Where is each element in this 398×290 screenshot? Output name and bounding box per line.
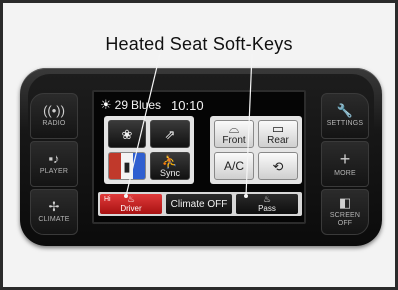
heated-seat-icon: ♨	[126, 194, 136, 204]
recirculation-button[interactable]: ⟲	[258, 152, 298, 180]
driver-heated-seat-button[interactable]: Hi ♨ Driver	[100, 194, 162, 214]
front-defrost-icon: ⌓	[228, 121, 240, 136]
plus-icon: +	[339, 148, 351, 169]
location-label: Blues	[131, 98, 162, 112]
climate-left-panel: ❀ ⇗ ▮ ⛹ Sync	[104, 116, 194, 184]
sync-people-icon: ⛹	[161, 153, 179, 169]
rear-defrost-label: Rear	[267, 135, 289, 146]
fan-icon: ✢	[48, 199, 60, 214]
bottom-softkey-bar: Hi ♨ Driver Climate OFF ♨ Pass	[98, 192, 302, 216]
passenger-heated-seat-button[interactable]: ♨ Pass	[236, 194, 298, 214]
screen-off-icon: ◧	[338, 195, 352, 210]
sync-button[interactable]: ⛹ Sync	[150, 152, 190, 180]
driver-seat-label: Driver	[120, 204, 142, 213]
temperature-button[interactable]: ▮	[108, 152, 146, 180]
front-defrost-label: Front	[222, 135, 246, 146]
outside-temperature: 29	[114, 98, 129, 112]
heated-seat-icon: ♨	[262, 194, 272, 204]
fan-speed-button[interactable]: ❀	[108, 120, 146, 148]
wrench-icon: 🔧	[336, 103, 354, 118]
driver-heat-level: Hi	[104, 196, 111, 203]
climate-button[interactable]: ✢ CLIMATE	[30, 189, 78, 235]
ac-label: A/C	[223, 159, 244, 173]
media-player-icon: ▪♪	[48, 151, 60, 166]
more-button[interactable]: + MORE	[321, 141, 369, 187]
radio-waves-icon: ((•))	[43, 103, 65, 118]
airflow-mode-icon: ⇗	[164, 126, 176, 142]
player-button-label: PLAYER	[39, 168, 69, 175]
ac-button[interactable]: A/C	[214, 152, 254, 180]
screen-off-button[interactable]: ◧ SCREEN OFF	[321, 189, 369, 235]
settings-button[interactable]: 🔧 SETTINGS	[321, 93, 369, 139]
touchscreen: ☀ 29 Blues 10:10 ❀ ⇗ ▮ ⛹ Sync ⌓ Front ▭ …	[92, 90, 306, 224]
fan-icon: ❀	[121, 126, 133, 142]
front-defrost-button[interactable]: ⌓ Front	[214, 120, 254, 148]
climate-off-button[interactable]: Climate OFF	[166, 194, 232, 214]
temperature-split-icon: ▮	[123, 158, 131, 174]
recirculation-icon: ⟲	[272, 158, 284, 174]
passenger-seat-label: Pass	[258, 204, 276, 213]
radio-button-label: RADIO	[42, 120, 66, 127]
weather-sun-icon: ☀	[100, 97, 112, 112]
sync-label: Sync	[159, 167, 180, 178]
rear-defrost-icon: ▭	[271, 121, 285, 136]
more-button-label: MORE	[334, 169, 356, 177]
clock: 10:10	[171, 97, 204, 113]
settings-button-label: SETTINGS	[326, 120, 364, 127]
climate-button-label: CLIMATE	[38, 216, 70, 223]
callout-caption: Heated Seat Soft-Keys	[105, 34, 293, 54]
radio-button[interactable]: ((•)) RADIO	[30, 93, 78, 139]
airflow-mode-button[interactable]: ⇗	[150, 120, 190, 148]
climate-off-label: Climate OFF	[170, 198, 228, 210]
climate-right-panel: ⌓ Front ▭ Rear A/C ⟲	[210, 116, 302, 184]
status-bar: ☀ 29 Blues 10:10	[100, 96, 204, 114]
rear-defrost-button[interactable]: ▭ Rear	[258, 120, 298, 148]
player-button[interactable]: ▪♪ PLAYER	[30, 141, 78, 187]
screen-off-button-label: SCREEN OFF	[329, 212, 361, 227]
